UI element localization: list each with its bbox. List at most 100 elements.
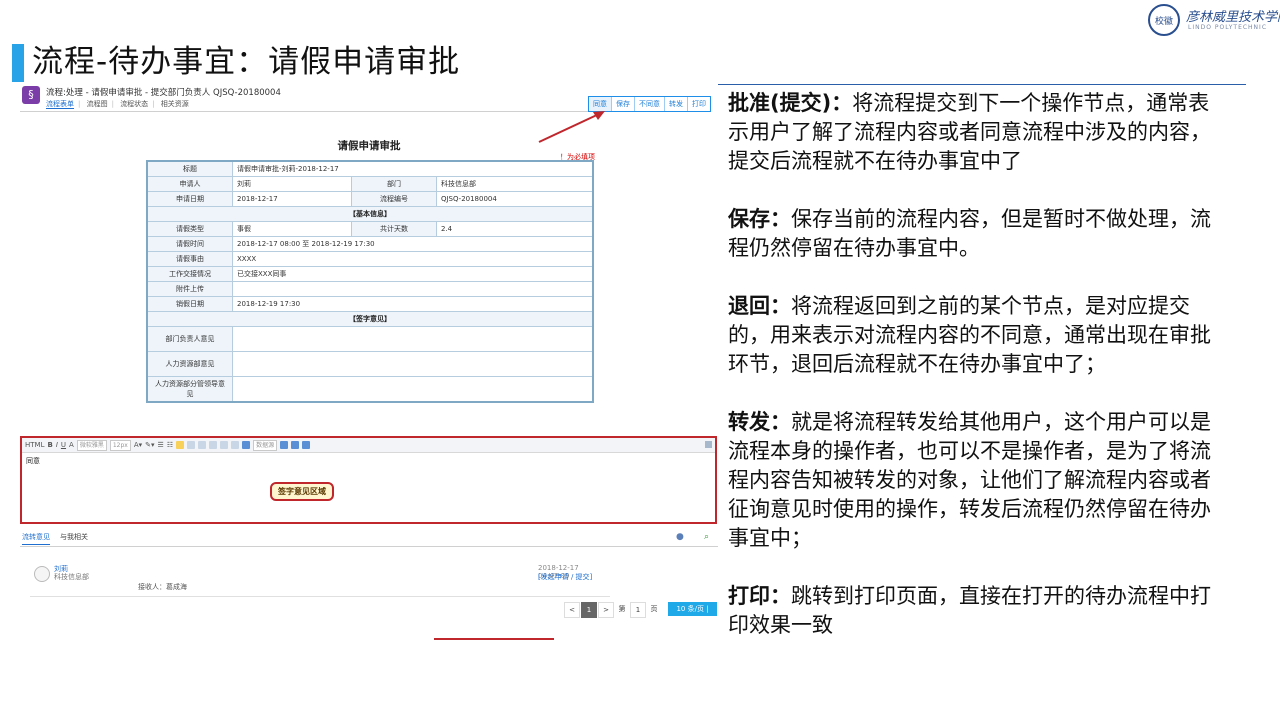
tab-related-to-me[interactable]: 与我相关 — [60, 532, 88, 542]
font-family-select[interactable]: 微软雅黑 — [76, 439, 107, 451]
jump-page-input[interactable]: 1 — [630, 602, 646, 618]
print-button[interactable]: 打印 — [688, 97, 710, 111]
datasource-select[interactable]: 数据源 — [253, 439, 278, 451]
search-icon[interactable]: ⌕ — [704, 532, 709, 542]
annotation-arrow-bottom — [434, 638, 554, 640]
image-icon[interactable] — [291, 441, 300, 449]
align-right-icon[interactable] — [198, 441, 207, 449]
section-sign: 【签字意见】 — [146, 311, 594, 327]
field-leave-type[interactable]: 事假 — [232, 221, 352, 237]
nav-tab-form[interactable]: 流程表单 — [46, 100, 74, 109]
user-icon[interactable]: ● — [676, 532, 684, 542]
reject-button[interactable]: 不同意 — [635, 97, 665, 111]
term-approve: 批准(提交)： — [728, 91, 853, 115]
app-nav: 流程表单 | 流程图 | 流程状态 | 相关资源 — [46, 100, 189, 109]
html-source-icon[interactable]: HTML — [25, 441, 44, 449]
sign-field-dept-head[interactable] — [232, 326, 594, 352]
save-button[interactable]: 保存 — [612, 97, 635, 111]
comment-dept: 科技信息部 — [54, 573, 89, 581]
sign-field-hr-leader[interactable] — [232, 376, 594, 403]
next-page-button[interactable]: > — [598, 602, 614, 618]
desc-print: 跳转到打印页面，直接在打开的待办流程中打印效果一致 — [728, 584, 1211, 637]
desc-return: 将流程返回到之前的某个节点，是对应提交的，用来表示对流程内容的不同意，通常出现在… — [728, 294, 1211, 376]
undo-icon[interactable] — [242, 441, 251, 449]
fullscreen-icon[interactable] — [705, 441, 712, 448]
unordered-list-icon[interactable]: ☷ — [167, 441, 173, 449]
italic-icon[interactable]: I — [56, 441, 58, 449]
term-forward: 转发： — [728, 410, 791, 434]
title-accent-bar — [12, 44, 24, 82]
field-applicant[interactable]: 刘莉 — [232, 176, 352, 192]
field-days[interactable]: 2.4 — [435, 221, 594, 237]
pagination: < 1 > 第 1 页 10 条/页 | 共1条 — [564, 602, 718, 627]
font-size-select[interactable]: 12px — [109, 439, 131, 451]
highlight-icon[interactable]: ✎▾ — [145, 441, 154, 449]
attach-icon[interactable] — [280, 441, 289, 449]
nav-tab-diagram[interactable]: 流程图 — [87, 100, 108, 108]
field-label-date: 申请日期 — [146, 191, 233, 207]
comment-item: 刘莉 科技信息部 接收人：葛成海 2018-12-17 04:47:09 [发起… — [30, 562, 610, 597]
map-pin-icon[interactable] — [302, 441, 311, 449]
field-label-dept: 部门 — [350, 176, 437, 192]
prev-page-button[interactable]: < — [564, 602, 580, 618]
desc-save: 保存当前的流程内容，但是暂时不做处理，流程仍然停留在待办事宜中。 — [728, 207, 1211, 260]
page-size-select[interactable]: 10 条/页 | 共1条 — [668, 602, 717, 627]
explain-print: 打印：跳转到打印页面，直接在打开的待办流程中打印效果一致 — [728, 582, 1214, 640]
comment-action-link[interactable]: [发起申请 / 提交] — [538, 572, 592, 582]
forward-button[interactable]: 转发 — [665, 97, 688, 111]
align-center-icon[interactable] — [187, 441, 196, 449]
jump-suffix: 页 — [650, 605, 658, 613]
jump-prefix: 第 — [618, 605, 626, 613]
bold-icon[interactable]: B — [47, 441, 52, 449]
page-number[interactable]: 1 — [581, 602, 597, 618]
field-end-date[interactable]: 2018-12-19 17:30 — [232, 296, 594, 312]
explanation-panel: 批准(提交)：将流程提交到下一个操作节点，通常表示用户了解了流程内容或者同意流程… — [718, 84, 1246, 665]
slide-title: 流程-待办事宜：请假申请审批 — [32, 44, 461, 80]
explanation-text: 批准(提交)：将流程提交到下一个操作节点，通常表示用户了解了流程内容或者同意流程… — [728, 89, 1214, 669]
sign-area-callout: 签字意见区域 — [270, 482, 334, 501]
term-return: 退回： — [728, 294, 791, 318]
field-label-handover: 工作交接情况 — [146, 266, 233, 282]
field-label-title: 标题 — [146, 160, 233, 177]
field-flowno[interactable]: QJSQ-20180004 — [435, 191, 594, 207]
term-print: 打印： — [728, 584, 791, 608]
explain-return: 退回：将流程返回到之前的某个节点，是对应提交的，用来表示对流程内容的不同意，通常… — [728, 292, 1214, 379]
emoji-icon[interactable] — [231, 441, 240, 449]
field-date[interactable]: 2018-12-17 — [232, 191, 352, 207]
workflow-app-icon: § — [22, 86, 40, 104]
underline-icon[interactable]: U — [61, 441, 66, 449]
field-dept[interactable]: 科技信息部 — [435, 176, 594, 192]
link-icon[interactable] — [209, 441, 218, 449]
explain-save: 保存：保存当前的流程内容，但是暂时不做处理，流程仍然停留在待办事宜中。 — [728, 205, 1214, 263]
field-label-leave-type: 请假类型 — [146, 221, 233, 237]
comment-text[interactable]: 同意 — [26, 456, 40, 466]
field-title[interactable]: 请假申请审批-刘莉-2018-12-17 — [232, 160, 594, 177]
sign-label-hr: 人力资源部意见 — [146, 351, 233, 377]
table-icon[interactable] — [220, 441, 229, 449]
sign-field-hr[interactable] — [232, 351, 594, 377]
ordered-list-icon[interactable]: ☰ — [158, 441, 164, 449]
app-window-title: 流程:处理 - 请假申请审批 - 提交部门负责人 QJSQ-20180004 — [46, 88, 281, 98]
field-reason[interactable]: XXXX — [232, 251, 594, 267]
nav-tab-resources[interactable]: 相关资源 — [161, 100, 189, 108]
align-left-icon[interactable] — [176, 441, 185, 449]
field-attachment[interactable] — [232, 281, 594, 297]
field-label-days: 共计天数 — [350, 221, 437, 237]
nav-tab-status[interactable]: 流程状态 — [120, 100, 148, 108]
explain-approve: 批准(提交)：将流程提交到下一个操作节点，通常表示用户了解了流程内容或者同意流程… — [728, 89, 1214, 176]
field-label-flowno: 流程编号 — [350, 191, 437, 207]
editor-toolbar: HTML B I U A 微软雅黑 12px A▾ ✎▾ ☰ ☷ 数据源 — [22, 438, 715, 453]
font-color-icon[interactable]: A — [69, 441, 74, 449]
workflow-screenshot: § 流程:处理 - 请假申请审批 - 提交部门负责人 QJSQ-20180004… — [20, 84, 718, 644]
avatar — [34, 566, 50, 582]
school-seal-icon: 校徽 — [1148, 4, 1180, 36]
field-leave-time[interactable]: 2018-12-17 08:00 至 2018-12-19 17:30 — [232, 236, 594, 252]
text-color-icon[interactable]: A▾ — [134, 441, 142, 449]
explain-forward: 转发：就是将流程转发给其他用户，这个用户可以是流程本身的操作者，也可以不是操作者… — [728, 408, 1214, 553]
field-label-end-date: 销假日期 — [146, 296, 233, 312]
field-handover[interactable]: 已交接XXX同事 — [232, 266, 594, 282]
section-basic-info: 【基本信息】 — [146, 206, 594, 222]
tab-flow-comments[interactable]: 流转意见 — [22, 532, 50, 545]
field-label-applicant: 申请人 — [146, 176, 233, 192]
header-divider — [20, 111, 590, 112]
